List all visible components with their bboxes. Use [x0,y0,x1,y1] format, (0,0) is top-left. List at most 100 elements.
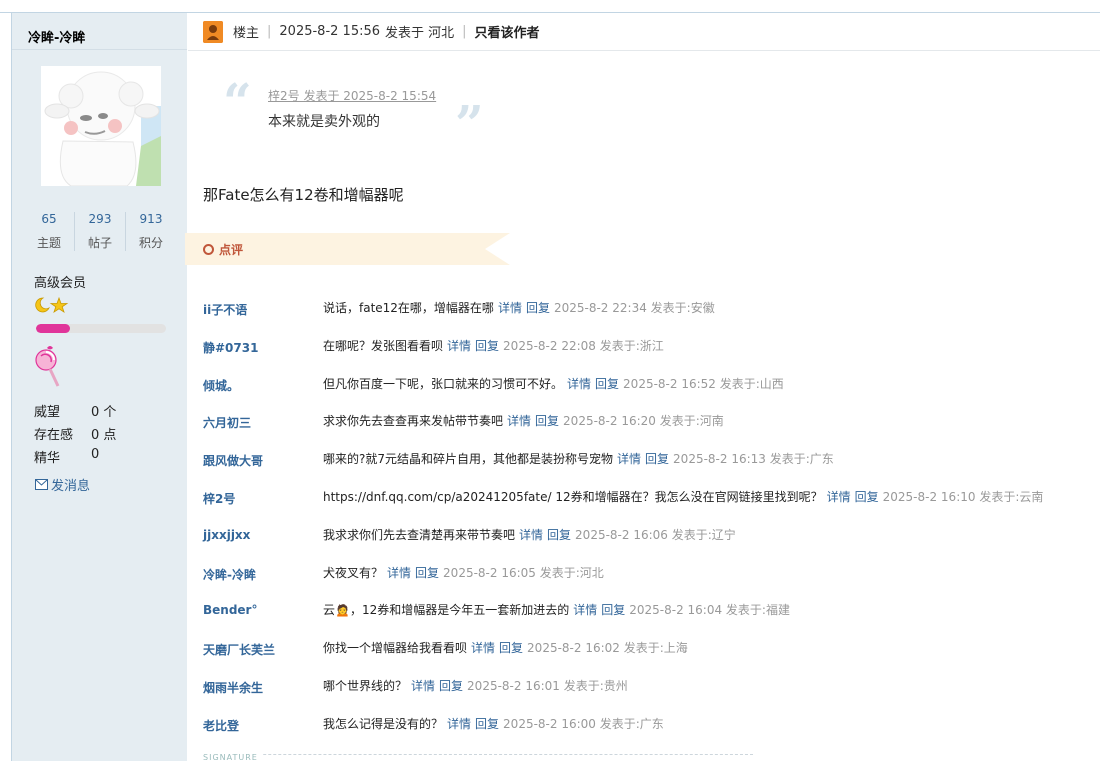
comment-row: 梓2号 https://dnf.qq.com/cp/a20241205fate/ … [203,478,1093,516]
author-name[interactable]: 冷眸-冷眸 [12,13,187,50]
comment-author[interactable]: Bender° [203,603,257,617]
stat-threads[interactable]: 65 主题 [24,212,74,251]
comment-detail-link[interactable]: 详情 [471,641,495,655]
comment-detail-link[interactable]: 详情 [519,528,543,542]
comment-author[interactable]: 六月初三 [203,414,251,431]
stat-points[interactable]: 913 积分 [125,212,176,251]
comment-detail-link[interactable]: 详情 [387,566,411,580]
comment-body: 在哪呢？发张图看看呗 详情 回复 2025-8-2 22:08 发表于:浙江 [323,337,664,354]
lollipop-medal-icon[interactable] [32,344,64,388]
comment-text: 我怎么记得是没有的？ [323,716,444,731]
comment-reply-link[interactable]: 回复 [535,414,559,428]
level-progress-fill [36,324,70,333]
stat-value[interactable]: 293 [75,212,125,234]
comment-text: 说话，fate12在哪，增幅器在哪 [323,301,494,315]
comment-author[interactable]: 倾城。 [203,377,239,394]
info-key: 精华 [34,451,61,466]
comment-body: 哪个世界线的？ 详情 回复 2025-8-2 16:01 发表于:贵州 [323,677,628,694]
comment-row: 跟风做大哥 哪来的?就7元结晶和碎片自用，其他都是装扮称号宠物 详情 回复 2025-8… [203,440,1093,478]
user-group[interactable]: 高级会员 [34,272,86,291]
comment-body: 犬夜叉有？ 详情 回复 2025-8-2 16:05 发表于:河北 [323,564,604,581]
comment-body: 我求求你们先去查清楚再来带节奏吧 详情 回复 2025-8-2 16:06 发表于:辽… [323,526,736,543]
comment-time: 2025-8-2 16:04 发表于:福建 [629,603,790,618]
comment-reply-link[interactable]: 回复 [475,339,499,353]
comment-row: 天磨厂长芙兰 你找一个增幅器给我看看呗 详情 回复 2025-8-2 16:02 发表于… [203,629,1093,667]
stat-value[interactable]: 913 [126,212,176,234]
comment-text: 哪个世界线的？ [323,678,408,693]
top-divider [0,0,1100,13]
comment-reply-link[interactable]: 回复 [595,377,619,391]
comment-text: 求求你先去查查再来发帖带节奏吧 [323,414,504,429]
comment-time: 2025-8-2 16:02 发表于:上海 [527,641,688,656]
comment-author[interactable]: 跟风做大哥 [203,452,263,469]
thread-owner-icon [203,20,223,43]
comment-reply-link[interactable]: 回复 [855,490,879,504]
quote-open-icon: “ [223,72,252,131]
comment-reply-link[interactable]: 回复 [475,717,499,731]
comment-time: 2025-8-2 16:06 发表于:辽宁 [575,527,736,542]
comment-row: 静#0731 在哪呢？发张图看看呗 详情 回复 2025-8-2 22:08 发表于:浙… [203,327,1093,365]
info-value: 0 点 [91,428,117,443]
stat-posts[interactable]: 293 帖子 [74,212,125,251]
level-progress-bar [36,324,166,333]
comment-row: ii子不语 说话，fate12在哪，增幅器在哪 详情 回复 2025-8-2 22:34… [203,289,1093,327]
post-body-text: 那Fate怎么有12卷和增幅器呢 [203,186,404,204]
comment-reply-link[interactable]: 回复 [499,641,523,655]
stat-label: 积分 [138,236,163,250]
comment-detail-link[interactable]: 详情 [498,301,522,315]
comment-detail-link[interactable]: 详情 [411,679,435,693]
comment-text: 我求求你们先去查清楚再来带节奏吧 [323,527,516,542]
comment-reply-link[interactable]: 回复 [526,301,550,315]
comment-reply-link[interactable]: 回复 [601,603,625,617]
comment-text: 在哪呢？发张图看看呗 [323,338,444,353]
author-sidebar: 冷眸-冷眸 65 主题 293 帖子 913 积分 高级会员 威望 0 个 存在… [11,13,187,761]
comment-row: 老比登 我怎么记得是没有的？ 详情 回复 2025-8-2 16:00 发表于:广东 [203,705,1093,743]
quote-close-icon: ” [455,94,484,153]
comment-author[interactable]: jjxxjjxx [203,528,250,542]
comment-detail-link[interactable]: 详情 [447,339,471,353]
comment-detail-link[interactable]: 详情 [567,377,591,391]
comment-author[interactable]: 天磨厂长芙兰 [203,641,275,658]
comment-detail-link[interactable]: 详情 [827,490,851,504]
comment-author[interactable]: 静#0731 [203,339,258,356]
comment-author[interactable]: ii子不语 [203,301,247,318]
only-author-link[interactable]: 只看该作者 [475,22,540,41]
comment-text: 你找一个增幅器给我看看呗 [323,641,468,656]
comment-body: 云🙍，12券和增幅器是今年五一套新加进去的 详情 回复 2025-8-2 16:04 … [323,601,790,618]
comment-body: 哪来的?就7元结晶和碎片自用，其他都是装扮称号宠物 详情 回复 2025-8-2 16… [323,450,834,467]
info-row: 存在感 0 点 [34,424,174,447]
thread-owner-label: 楼主 [233,26,260,41]
comment-time: 2025-8-2 16:20 发表于:河南 [563,414,724,429]
comment-reply-link[interactable]: 回复 [645,452,669,466]
comment-row: jjxxjjxx 我求求你们先去查清楚再来带节奏吧 详情 回复 2025-8-2 16:… [203,516,1093,554]
signature-label: SIGNATURE [203,753,262,761]
rank-stars-icon [34,296,74,314]
stat-label: 帖子 [87,236,112,250]
comment-reply-link[interactable]: 回复 [547,528,571,542]
sheep-avatar-image [41,66,161,186]
comment-reply-link[interactable]: 回复 [439,679,463,693]
info-key: 存在感 [34,428,74,443]
comment-row: 冷眸-冷眸 犬夜叉有？ 详情 回复 2025-8-2 16:05 发表于:河北 [203,554,1093,592]
comment-detail-link[interactable]: 详情 [617,452,641,466]
comment-author[interactable]: 梓2号 [203,490,235,507]
info-row: 威望 0 个 [34,401,174,424]
comment-section-tab: 点评 [185,233,510,265]
quote-source-link[interactable]: 梓2号 发表于 2025-8-2 15:54 [268,87,436,104]
comment-author[interactable]: 冷眸-冷眸 [203,566,256,583]
comment-reply-link[interactable]: 回复 [415,566,439,580]
comment-author[interactable]: 烟雨半余生 [203,679,263,696]
comment-detail-link[interactable]: 详情 [507,414,531,428]
quote-block: “ 梓2号 发表于 2025-8-2 15:54 本来就是卖外观的 ” [223,72,493,153]
comment-text: 但凡你百度一下呢，张口就来的习惯可不好。 [323,376,564,391]
comment-row: 六月初三 求求你先去查查再来发帖带节奏吧 详情 回复 2025-8-2 16:20 发表… [203,402,1093,440]
comment-detail-link[interactable]: 详情 [573,603,597,617]
comment-author[interactable]: 老比登 [203,717,239,734]
avatar[interactable] [41,66,161,186]
info-value: 0 个 [91,405,117,420]
stat-value[interactable]: 65 [24,212,74,234]
send-message-label[interactable]: 发消息 [51,475,90,494]
comment-detail-link[interactable]: 详情 [447,717,471,731]
send-message-link[interactable]: 发消息 [35,475,90,494]
user-info: 威望 0 个 存在感 0 点 精华 0 [34,401,174,470]
